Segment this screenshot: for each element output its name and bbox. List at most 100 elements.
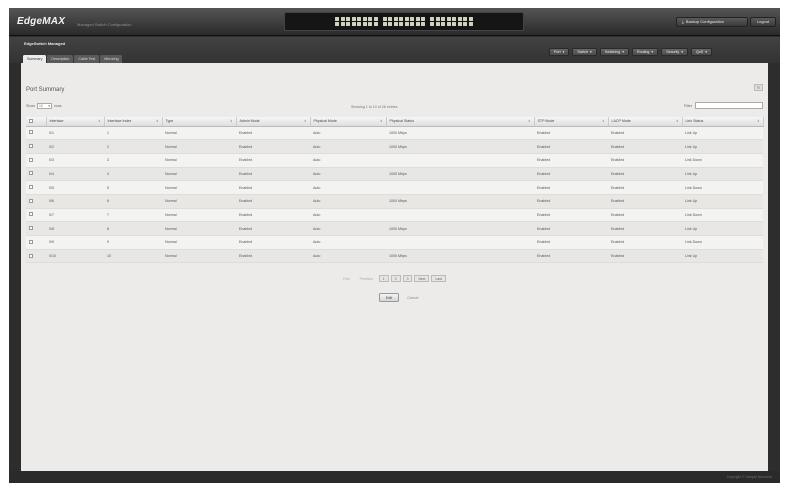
port-led[interactable] — [351, 22, 356, 27]
next-page-button[interactable]: Next — [414, 275, 430, 282]
row-checkbox[interactable] — [29, 212, 33, 217]
sort-icon[interactable]: ⇕ — [602, 119, 605, 123]
page-2-button[interactable]: 2 — [390, 275, 401, 282]
page-size-select[interactable]: 10 ▾ — [37, 103, 52, 109]
port-led[interactable] — [457, 22, 462, 27]
port-led[interactable] — [415, 16, 420, 21]
port-led[interactable] — [452, 22, 457, 27]
column-header[interactable]: Type ⇕ — [162, 117, 237, 127]
edit-button[interactable]: Edit — [379, 293, 400, 302]
port-led[interactable] — [399, 16, 404, 21]
sort-icon[interactable]: ⇕ — [528, 119, 531, 123]
port-led[interactable] — [368, 16, 373, 21]
port-led[interactable] — [351, 16, 356, 21]
row-checkbox[interactable] — [29, 157, 33, 162]
port-led[interactable] — [335, 22, 340, 27]
menu-item-switch[interactable]: Switch ▾ — [572, 48, 597, 56]
row-checkbox[interactable] — [29, 144, 33, 149]
port-led[interactable] — [468, 22, 473, 27]
column-header[interactable]: Admin Mode ⇕ — [236, 117, 311, 127]
filter-input[interactable] — [695, 102, 763, 109]
tab-cable-test[interactable]: Cable Test — [74, 55, 100, 63]
port-led[interactable] — [373, 16, 378, 21]
logout-button[interactable]: Logout — [750, 17, 776, 27]
port-led[interactable] — [430, 16, 435, 21]
port-led[interactable] — [346, 22, 351, 27]
port-led[interactable] — [435, 16, 440, 21]
column-header[interactable]: Physical Mode ⇕ — [310, 117, 387, 127]
tab-mirroring[interactable]: Mirroring — [100, 55, 123, 63]
menu-item-port[interactable]: Port ▾ — [549, 48, 570, 56]
port-led[interactable] — [368, 22, 373, 27]
port-led[interactable] — [421, 16, 426, 21]
tab-summary[interactable]: Summary — [23, 55, 47, 63]
port-led[interactable] — [463, 16, 468, 21]
previous-page-button[interactable]: Previous — [356, 275, 377, 282]
port-led[interactable] — [357, 22, 362, 27]
menu-item-routing[interactable]: Routing ▾ — [632, 48, 659, 56]
refresh-icon[interactable]: ↻ — [754, 84, 763, 91]
port-led[interactable] — [415, 22, 420, 27]
port-led[interactable] — [463, 22, 468, 27]
port-led[interactable] — [410, 16, 415, 21]
table-row[interactable]: 0/3 3 Normal Enabled Auto Enabled Enabled Link … — [26, 153, 763, 168]
tab-description[interactable]: Description — [47, 55, 74, 63]
sort-icon[interactable]: ⇕ — [757, 119, 760, 123]
row-checkbox[interactable] — [29, 226, 33, 231]
menu-item-switching[interactable]: Switching ▾ — [599, 48, 630, 56]
port-led[interactable] — [468, 16, 473, 21]
port-led[interactable] — [457, 16, 462, 21]
backup-configuration-button[interactable]: ⤓ Backup Configuration — [676, 17, 748, 27]
first-page-button[interactable]: First — [339, 275, 354, 282]
menu-item-security[interactable]: Security ▾ — [661, 48, 689, 56]
column-header[interactable]: Interface ⇕ — [46, 117, 105, 127]
port-led[interactable] — [410, 22, 415, 27]
port-led[interactable] — [335, 16, 340, 21]
table-row[interactable]: 0/2 2 Normal Enabled Auto 1000 Mbps Enabled Ena… — [26, 139, 763, 154]
row-checkbox[interactable] — [29, 185, 33, 190]
port-led[interactable] — [446, 22, 451, 27]
port-led[interactable] — [362, 22, 367, 27]
row-checkbox[interactable] — [29, 239, 33, 244]
sort-icon[interactable]: ⇕ — [156, 119, 159, 123]
port-led[interactable] — [340, 16, 345, 21]
column-header[interactable]: Interface Index ⇕ — [104, 117, 163, 127]
port-led[interactable] — [340, 22, 345, 27]
port-led[interactable] — [393, 22, 398, 27]
column-header[interactable]: Link Status ⇕ — [682, 117, 764, 127]
column-header[interactable]: STP Mode ⇕ — [534, 117, 609, 127]
port-led[interactable] — [382, 16, 387, 21]
port-led[interactable] — [346, 16, 351, 21]
table-row[interactable]: 0/10 10 Normal Enabled Auto 1000 Mbps Enabled E… — [26, 249, 763, 264]
table-row[interactable]: 0/9 9 Normal Enabled Auto Enabled Enabled Link … — [26, 235, 763, 250]
port-led[interactable] — [357, 16, 362, 21]
sort-icon[interactable]: ⇕ — [304, 119, 307, 123]
row-checkbox[interactable] — [29, 198, 33, 203]
port-led[interactable] — [404, 16, 409, 21]
port-led[interactable] — [399, 22, 404, 27]
port-led[interactable] — [446, 16, 451, 21]
menu-item-qos[interactable]: QoS ▾ — [691, 48, 713, 56]
table-row[interactable]: 0/4 4 Normal Enabled Auto 1000 Mbps Enabled Ena… — [26, 167, 763, 182]
table-row[interactable]: 0/8 8 Normal Enabled Auto 1000 Mbps Enabled Ena… — [26, 221, 763, 236]
port-led[interactable] — [373, 22, 378, 27]
port-led[interactable] — [362, 16, 367, 21]
port-led[interactable] — [382, 22, 387, 27]
row-checkbox[interactable] — [29, 130, 33, 135]
port-led[interactable] — [388, 22, 393, 27]
table-row[interactable]: 0/7 7 Normal Enabled Auto Enabled Enabled Link … — [26, 208, 763, 223]
column-header[interactable]: Physical Status ⇕ — [386, 117, 535, 127]
table-row[interactable]: 0/1 1 Normal Enabled Auto 1000 Mbps Enabled Ena… — [26, 126, 763, 141]
select-all-checkbox[interactable] — [29, 118, 33, 123]
select-all-column[interactable] — [26, 117, 47, 127]
port-led[interactable] — [441, 22, 446, 27]
cancel-link[interactable]: Cancel — [407, 296, 418, 300]
row-checkbox[interactable] — [29, 253, 33, 258]
row-checkbox[interactable] — [29, 171, 33, 176]
port-led[interactable] — [388, 16, 393, 21]
port-led[interactable] — [441, 16, 446, 21]
table-row[interactable]: 0/5 5 Normal Enabled Auto Enabled Enabled Link … — [26, 180, 763, 195]
port-led[interactable] — [435, 22, 440, 27]
sort-icon[interactable]: ⇕ — [98, 119, 101, 123]
table-row[interactable]: 0/6 6 Normal Enabled Auto 1000 Mbps Enabled Ena… — [26, 194, 763, 209]
